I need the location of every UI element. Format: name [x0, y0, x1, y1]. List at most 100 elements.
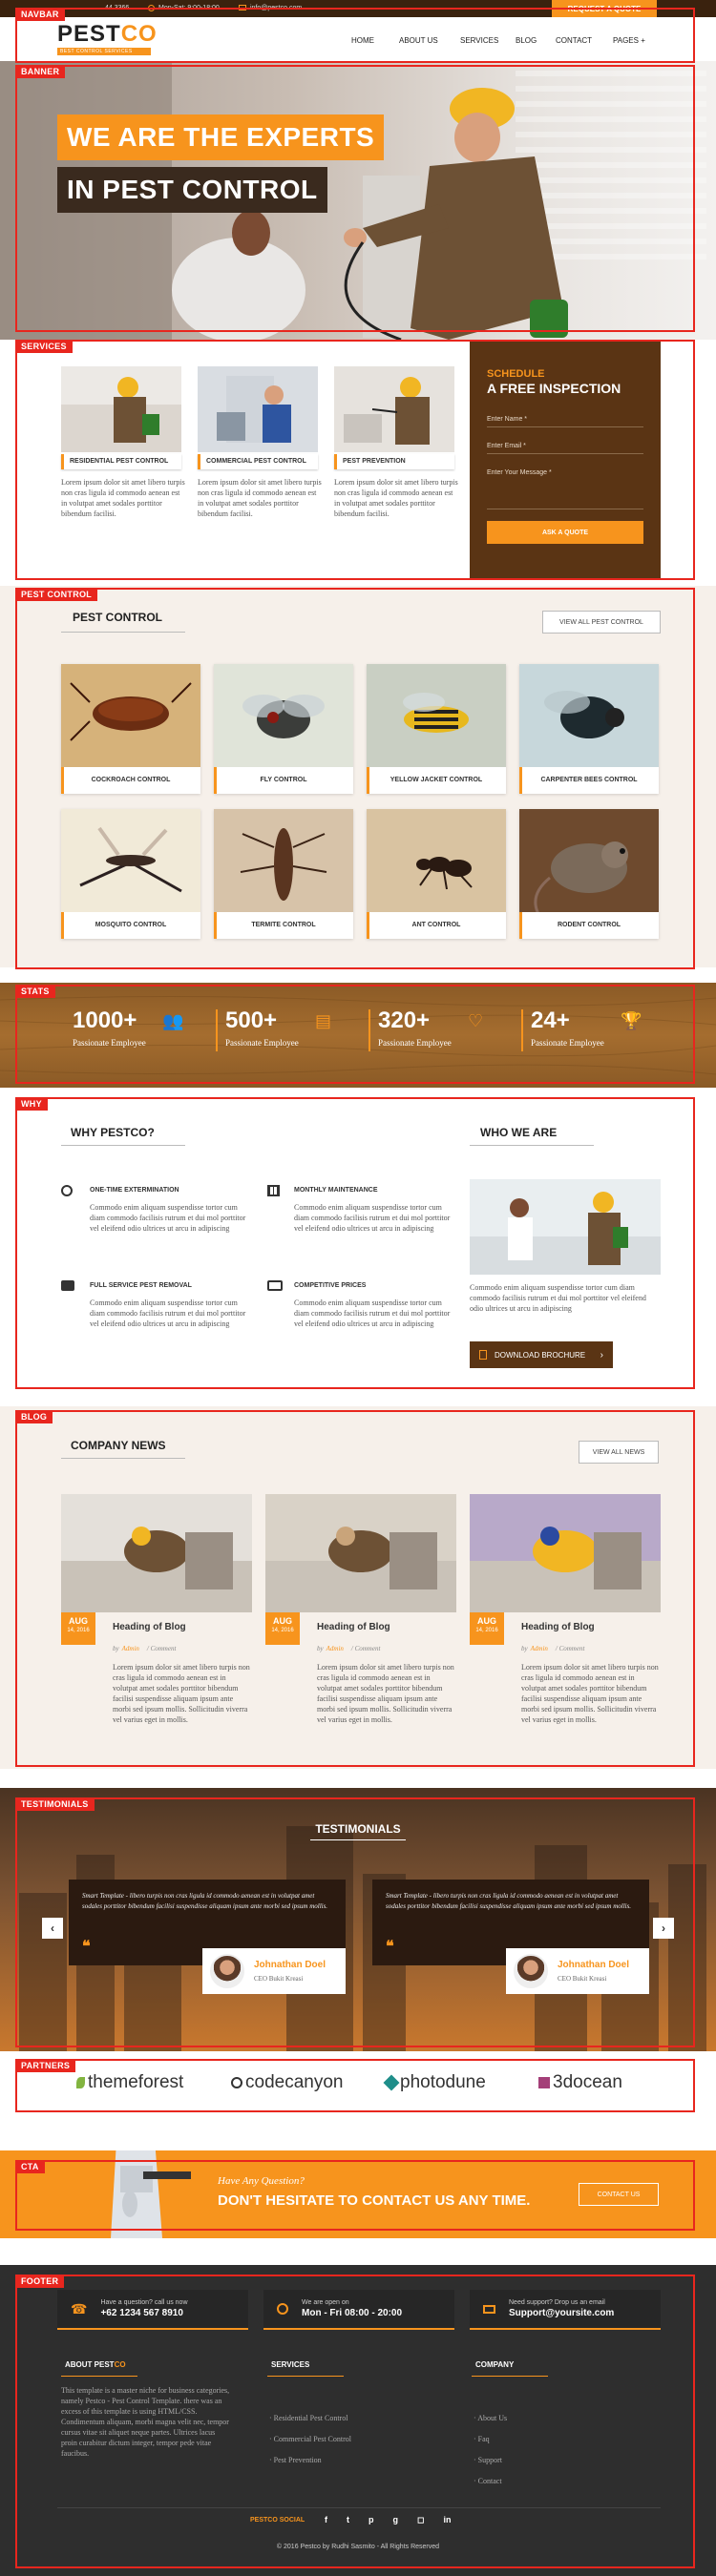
- footer-company-link-2-label: Faq: [477, 2435, 490, 2443]
- footer-company-link-3-label: Support: [477, 2456, 503, 2464]
- blog-meta-comments[interactable]: / Comment: [147, 1645, 177, 1652]
- pest-card-title: RODENT CONTROL: [557, 922, 621, 928]
- logo[interactable]: PESTCO BEST CONTROL SERVICES: [57, 21, 162, 55]
- partner-3docean[interactable]: 3docean: [538, 2072, 622, 2093]
- blog-post-title[interactable]: Heading of Blog: [317, 1622, 390, 1632]
- footer-phone-label: Have a question? call us now: [100, 2299, 188, 2306]
- phone-icon: ☎: [71, 2300, 88, 2316]
- partner-photodune[interactable]: photodune: [383, 2072, 486, 2093]
- schedule-title: A FREE INSPECTION: [487, 381, 621, 396]
- download-brochure-label: DOWNLOAD BROCHURE: [495, 1350, 586, 1360]
- email-text[interactable]: info@pestco.com: [250, 5, 302, 11]
- footer-about-text: This template is a master niche for busi…: [61, 2386, 230, 2458]
- clock-icon: [277, 2303, 288, 2315]
- pest-card[interactable]: MOSQUITO CONTROL: [61, 809, 200, 939]
- pest-card[interactable]: ANT CONTROL: [367, 809, 506, 939]
- contact-us-button[interactable]: CONTACT US: [579, 2183, 659, 2206]
- blog-image[interactable]: [265, 1494, 456, 1612]
- stat-number: 24+: [531, 1008, 570, 1033]
- footer-social-title-b: SOCIAL: [277, 2517, 305, 2524]
- stat-divider: [216, 1009, 218, 1051]
- pest-image: [367, 664, 506, 767]
- pest-card[interactable]: YELLOW JACKET CONTROL: [367, 664, 506, 794]
- why-title: WHY PESTCO?: [71, 1126, 155, 1139]
- pest-card-title: COCKROACH CONTROL: [91, 777, 171, 783]
- pest-card[interactable]: RODENT CONTROL: [519, 809, 659, 939]
- why-section: WHY PESTCO? WHO WE ARE ONE-TIME EXTERMIN…: [0, 1097, 716, 1389]
- mail-icon: [483, 2304, 495, 2314]
- twitter-icon[interactable]: t: [347, 2515, 349, 2525]
- footer-company-link-3[interactable]: · Support: [474, 2456, 502, 2464]
- download-brochure-button[interactable]: DOWNLOAD BROCHURE ›: [470, 1341, 613, 1368]
- footer-company-link-4[interactable]: · Contact: [474, 2477, 502, 2485]
- blog-meta-author[interactable]: Admin: [326, 1645, 344, 1652]
- pest-card[interactable]: CARPENTER BEES CONTROL: [519, 664, 659, 794]
- blog-post-title[interactable]: Heading of Blog: [521, 1622, 595, 1632]
- pest-card[interactable]: TERMITE CONTROL: [214, 809, 353, 939]
- footer-phone-value[interactable]: +62 1234 567 8910: [100, 2308, 187, 2318]
- blog-image[interactable]: [470, 1494, 661, 1612]
- feature-text-extermination: Commodo enim aliquam suspendisse tortor …: [90, 1203, 246, 1233]
- blog-meta-comments[interactable]: / Comment: [556, 1645, 585, 1652]
- ask-quote-button[interactable]: ASK A QUOTE: [487, 521, 643, 544]
- footer-services-title: SERVICES: [271, 2360, 310, 2369]
- service-image-prevention: [334, 366, 454, 452]
- pest-card[interactable]: COCKROACH CONTROL: [61, 664, 200, 794]
- date-month: AUG: [69, 1616, 88, 1626]
- footer-email-value[interactable]: Support@yoursite.com: [509, 2308, 614, 2318]
- footer-service-link-1[interactable]: · Residential Pest Control: [269, 2414, 347, 2422]
- message-field[interactable]: Enter Your Message *: [487, 462, 643, 509]
- testimonials-underline: [310, 1839, 406, 1840]
- blog-post-title[interactable]: Heading of Blog: [113, 1622, 186, 1632]
- partners-section: themeforest codecanyon photodune 3docean: [0, 2055, 716, 2116]
- service-title-prevention[interactable]: PEST PREVENTION: [334, 454, 454, 469]
- nav-item-home[interactable]: HOME: [351, 36, 399, 45]
- facebook-icon[interactable]: f: [325, 2515, 327, 2525]
- next-arrow-button[interactable]: ›: [653, 1918, 674, 1939]
- view-all-news-button[interactable]: VIEW ALL NEWS: [579, 1441, 659, 1464]
- nav-item-contact[interactable]: CONTACT: [556, 36, 613, 45]
- nav-item-blog[interactable]: BLOG: [516, 36, 556, 45]
- testimonials-label: TESTIMONIALS: [15, 1797, 95, 1811]
- footer-about-underline: [61, 2376, 137, 2377]
- logo-text-pest: PEST: [57, 21, 121, 47]
- mail-icon: [239, 5, 246, 10]
- service-title-residential[interactable]: RESIDENTIAL PEST CONTROL: [61, 454, 181, 469]
- footer-service-link-2[interactable]: · Commercial Pest Control: [269, 2435, 351, 2443]
- email-field[interactable]: Enter Email *: [487, 435, 643, 454]
- blog-meta-by: by: [317, 1645, 324, 1652]
- service-title-commercial[interactable]: COMMERCIAL PEST CONTROL: [198, 454, 318, 469]
- testimonial-role: CEO Bukit Kreasi: [254, 1975, 304, 1983]
- blog-title: COMPANY NEWS: [71, 1439, 166, 1452]
- view-all-pest-control-button[interactable]: VIEW ALL PEST CONTROL: [542, 611, 661, 634]
- nav-item-services[interactable]: SERVICES: [460, 36, 516, 45]
- footer-company-link-2[interactable]: · Faq: [474, 2435, 490, 2443]
- pest-card-title: CARPENTER BEES CONTROL: [540, 777, 638, 783]
- blog-excerpt: Lorem ipsum dolor sit amet libero turpis…: [521, 1663, 659, 1724]
- partner-codecanyon[interactable]: codecanyon: [231, 2072, 343, 2093]
- footer-company-link-1[interactable]: · About Us: [474, 2414, 507, 2422]
- request-quote-button[interactable]: REQUEST A QUOTE: [552, 0, 657, 17]
- prev-arrow-button[interactable]: ‹: [42, 1918, 63, 1939]
- linkedin-icon[interactable]: in: [443, 2515, 451, 2525]
- social-icons: f t p g ◻ in: [325, 2515, 451, 2525]
- footer-company-underline: [472, 2376, 548, 2377]
- blog-meta-comments[interactable]: / Comment: [351, 1645, 381, 1652]
- pinterest-icon[interactable]: p: [369, 2515, 374, 2525]
- blog-meta-author[interactable]: Admin: [122, 1645, 139, 1652]
- name-field[interactable]: Enter Name *: [487, 408, 643, 427]
- instagram-icon[interactable]: ◻: [417, 2515, 424, 2525]
- blog-image[interactable]: [61, 1494, 252, 1612]
- google-plus-icon[interactable]: g: [393, 2515, 399, 2525]
- footer-service-link-3[interactable]: · Pest Prevention: [269, 2456, 322, 2464]
- pest-card-title: MOSQUITO CONTROL: [95, 922, 167, 928]
- nav-item-about[interactable]: ABOUT US: [399, 36, 460, 45]
- clock-icon: [61, 1185, 73, 1196]
- logo-text-co: CO: [120, 21, 158, 47]
- partner-themeforest[interactable]: themeforest: [76, 2072, 183, 2093]
- nav-item-pages[interactable]: PAGES +: [613, 36, 661, 45]
- blog-meta-author[interactable]: Admin: [531, 1645, 548, 1652]
- stat-divider: [521, 1009, 523, 1051]
- footer-contact-email: Need support? Drop us an email Support@yo…: [470, 2290, 661, 2330]
- pest-card[interactable]: FLY CONTROL: [214, 664, 353, 794]
